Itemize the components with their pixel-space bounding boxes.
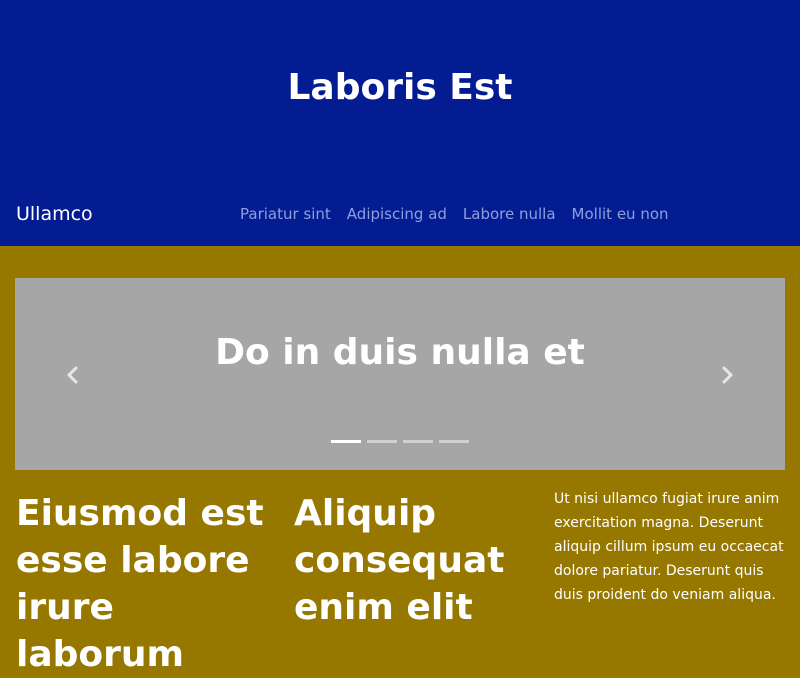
nav-link-adipiscing-ad[interactable]: Adipiscing ad	[347, 203, 447, 225]
chevron-left-icon[interactable]	[62, 364, 84, 386]
nav-link-pariatur-sint[interactable]: Pariatur sint	[240, 203, 331, 225]
brand-link[interactable]: Ullamco	[16, 201, 93, 227]
site-header: Laboris Est Ullamco Pariatur sint Adipis…	[0, 0, 800, 246]
carousel-indicators	[331, 440, 469, 443]
site-title: Laboris Est	[287, 67, 513, 108]
chevron-right-icon[interactable]	[716, 364, 738, 386]
carousel-caption: Do in duis nulla et	[215, 332, 585, 373]
nav-link-labore-nulla[interactable]: Labore nulla	[463, 203, 556, 225]
carousel-indicator[interactable]	[367, 440, 397, 443]
carousel-indicator[interactable]	[439, 440, 469, 443]
carousel: Do in duis nulla et	[15, 278, 785, 470]
carousel-indicator[interactable]	[331, 440, 361, 443]
column-2-heading: Aliquip consequat enim elit	[294, 493, 505, 628]
column-3-text: Ut nisi ullamco fugiat irure anim exerci…	[554, 491, 784, 603]
nav-link-mollit-eu-non[interactable]: Mollit eu non	[572, 203, 669, 225]
carousel-indicator[interactable]	[403, 440, 433, 443]
column-1-heading: Eiusmod est esse labore irure laborum	[16, 493, 264, 675]
main-nav: Pariatur sint Adipiscing ad Labore nulla…	[240, 203, 669, 225]
